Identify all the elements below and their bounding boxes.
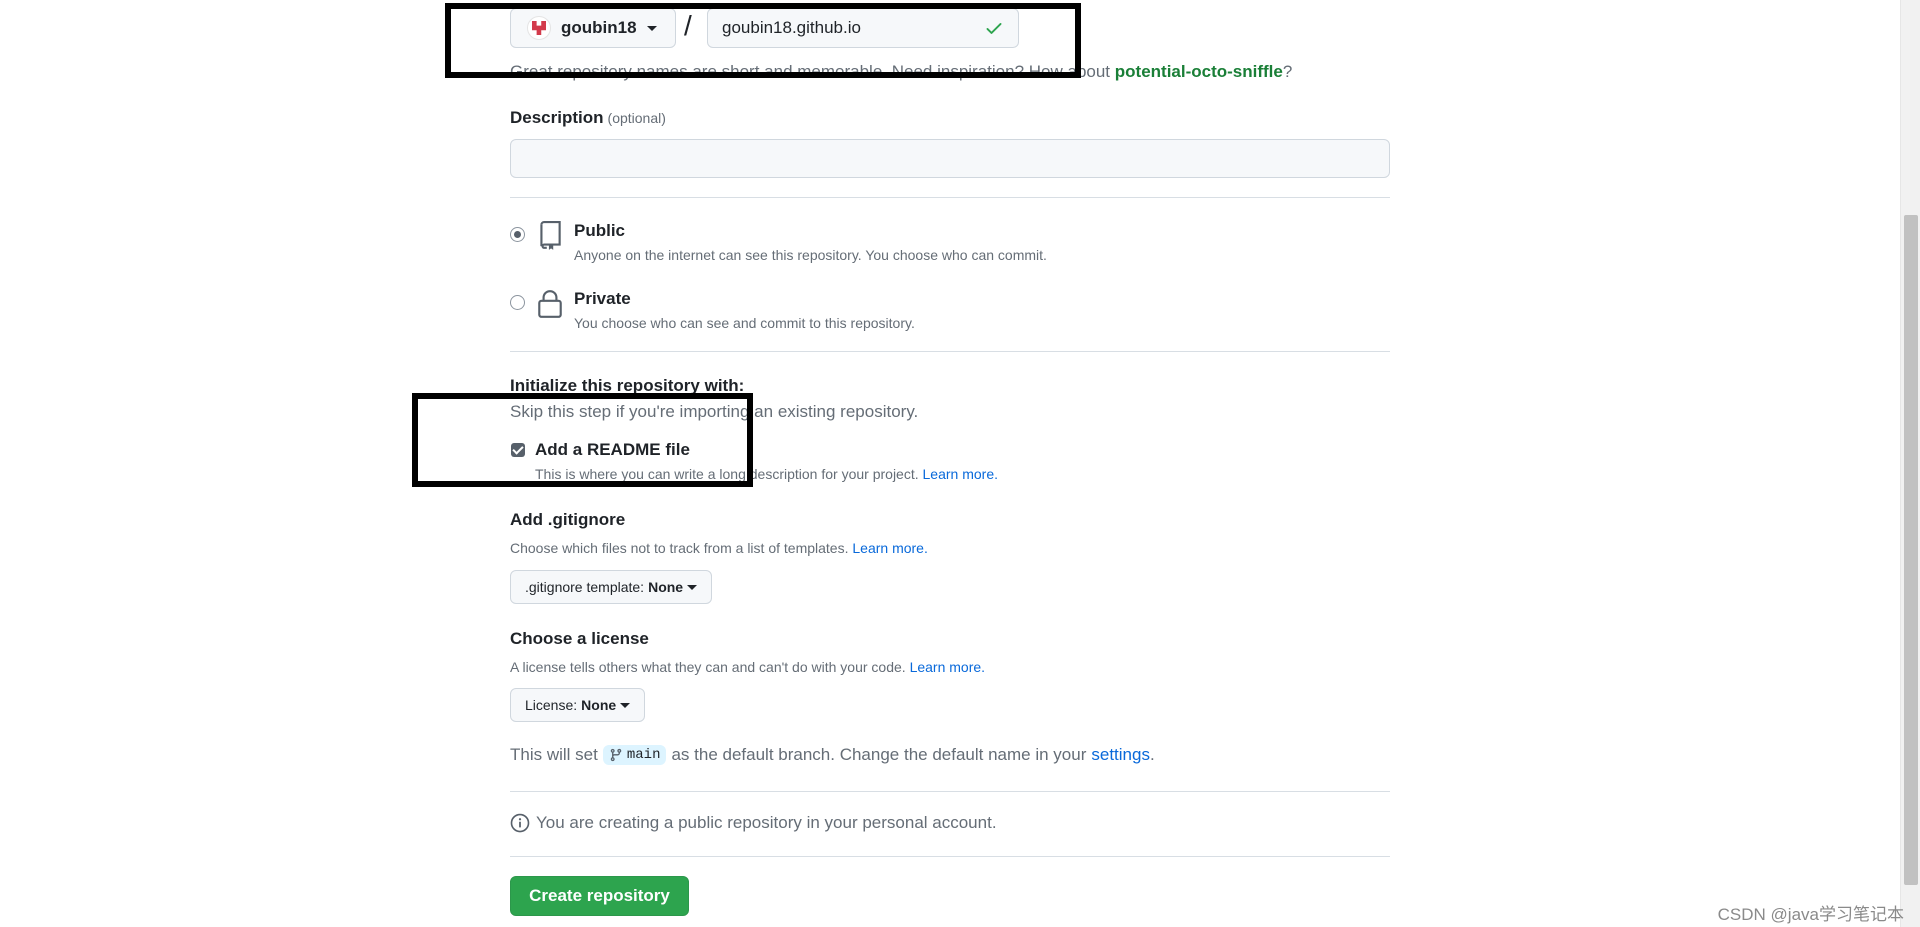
public-radio[interactable] [510,227,525,242]
branch-note-prefix: This will set [510,745,598,764]
public-repo-notice-text: You are creating a public repository in … [536,813,997,832]
license-select[interactable]: License: None [510,688,646,722]
new-repository-page: goubin18 / goubin18.github.io Great repo… [0,0,1920,927]
license-description-text: A license tells others what they can and… [510,659,910,675]
license-learn-more-link[interactable]: Learn more. [910,659,985,675]
annotation-box [445,3,1081,78]
public-repo-notice: You are creating a public repository in … [510,813,997,833]
branch-note-suffix: . [1149,745,1155,764]
private-label: Private [574,289,631,308]
branch-name-pill: main [602,745,667,765]
license-select-label: License: [525,697,578,713]
license-title: Choose a license [510,629,649,648]
branch-name: main [626,747,661,763]
settings-link[interactable]: settings [1091,745,1150,765]
private-radio[interactable] [510,295,525,310]
watermark: CSDN @java学习笔记本 [1717,905,1904,924]
gitignore-learn-more-link[interactable]: Learn more. [852,540,927,556]
info-icon [510,813,530,833]
gitignore-description-text: Choose which files not to track from a l… [510,540,853,556]
public-label: Public [574,221,626,240]
hint-suffix: ? [1282,62,1293,81]
chevron-down-icon [687,584,698,590]
name-suggestion-link[interactable]: potential-octo-sniffle [1115,62,1283,81]
gitignore-template-select[interactable]: .gitignore template: None [510,570,713,604]
divider [510,351,1390,352]
description-label-text: Description [510,108,604,127]
gitignore-select-value: None [648,579,684,595]
public-description: Anyone on the internet can see this repo… [574,247,1047,263]
scrollbar-thumb[interactable] [1904,215,1918,885]
scrollbar[interactable] [1900,0,1920,927]
license-select-value: None [581,697,617,713]
default-branch-note: This will set main as the default branch… [510,745,1155,765]
repo-icon [540,221,561,250]
lock-icon [538,290,562,318]
annotation-box [412,393,753,487]
description-input[interactable] [510,139,1390,178]
description-label: Description (optional) [510,108,666,128]
chevron-down-icon [620,702,631,708]
branch-note-middle: as the default branch. Change the defaul… [671,745,1087,764]
private-description: You choose who can see and commit to thi… [574,315,915,331]
gitignore-select-label: .gitignore template: [525,579,645,595]
divider [510,791,1390,792]
divider [510,856,1390,857]
gitignore-title: Add .gitignore [510,510,626,529]
license-description: A license tells others what they can and… [510,659,985,675]
git-branch-icon [610,748,622,762]
readme-learn-more-link[interactable]: Learn more. [923,466,998,482]
create-repository-button[interactable]: Create repository [510,876,689,916]
divider [510,197,1390,198]
optional-tag: (optional) [607,110,666,126]
gitignore-description: Choose which files not to track from a l… [510,540,928,556]
